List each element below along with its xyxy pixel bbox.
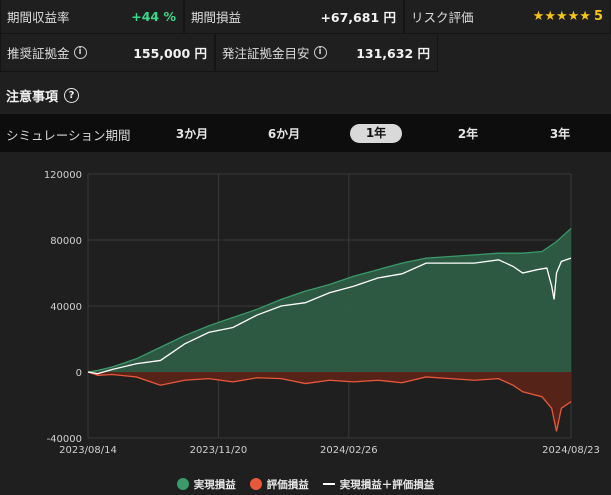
total-swatch [322,483,335,485]
legend-label-total: 実現損益＋評価損益 [339,478,435,491]
x-tick-label: 2023/11/20 [190,445,248,456]
legend-label-realized: 実現損益 [193,478,236,491]
x-tick-label: 2024/08/23 [542,445,600,456]
pl-chart: 120000 80000 40000 0 -40000 2023/08/14 2023/1… [44,170,600,456]
y-tick-label: 80000 [50,236,82,247]
realized-area [88,228,571,372]
chart-areas [88,228,571,432]
legend-label-unrealized: 評価損益 [266,478,309,491]
realized-swatch [176,478,189,490]
unrealized-swatch [249,478,262,490]
y-tick-label: 0 [76,368,82,379]
y-tick-label: -40000 [47,434,82,445]
unrealized-area [88,372,571,432]
chart-legend: 実現損益 評価損益 実現損益＋評価損益 [0,476,611,492]
x-axis-labels: 2023/08/14 2023/11/20 2024/02/26 2024/08/23 [59,445,600,456]
y-tick-label: 120000 [44,170,82,181]
legend-item-realized[interactable]: 実現損益 [176,477,236,492]
legend-item-unrealized[interactable]: 評価損益 [249,477,309,492]
x-tick-label: 2024/02/26 [320,445,378,456]
legend-item-total[interactable]: 実現損益＋評価損益 [322,477,435,492]
x-tick-label: 2023/08/14 [59,445,117,456]
y-tick-label: 40000 [50,302,82,313]
y-axis-labels: 120000 80000 40000 0 -40000 [44,170,82,445]
